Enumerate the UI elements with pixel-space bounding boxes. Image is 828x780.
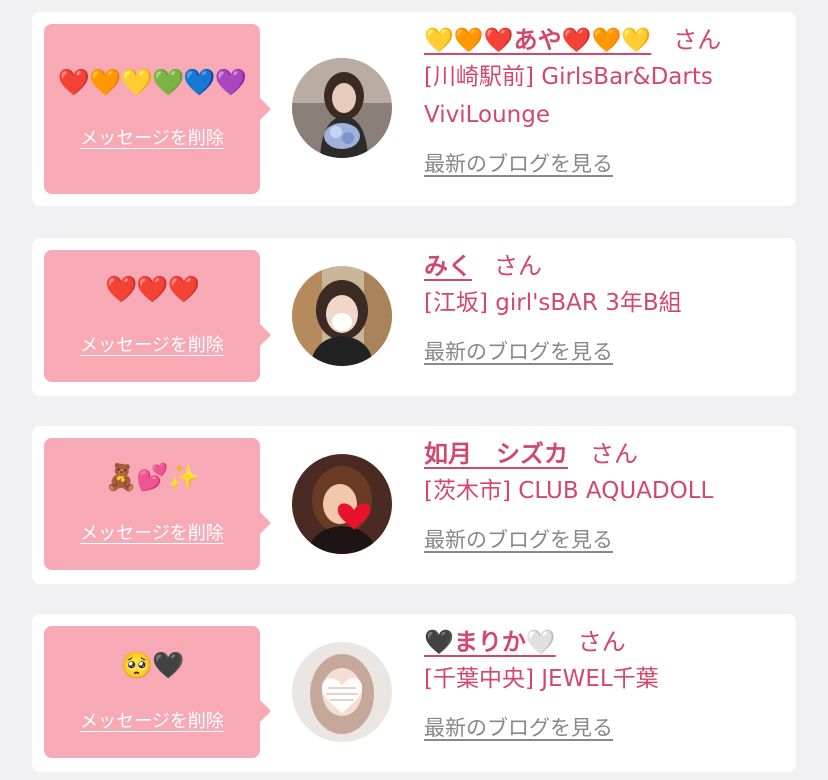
honorific: さん <box>494 252 542 280</box>
avatar-photo-icon <box>292 642 392 742</box>
delete-message-link[interactable]: メッセージを削除 <box>80 519 224 545</box>
message-bubble: ❤️🧡💛💚💙💜 メッセージを削除 <box>44 24 271 194</box>
shop-name: [江坂] girl'sBAR 3年B組 <box>424 290 682 316</box>
latest-blog-link[interactable]: 最新のブログを見る <box>424 336 613 366</box>
message-card: 🥺🖤 メッセージを削除 🖤まりか🤍 さん [千葉中央] JEWEL千葉 最新のブロ… <box>32 614 796 772</box>
honorific: さん <box>673 26 722 54</box>
message-card: 🧸💕✨ メッセージを削除 如月 シズカ さん [茨木市] CLUB AQUADOL… <box>32 426 796 584</box>
message-emoji: ❤️❤️❤️ <box>104 275 200 305</box>
user-info: 如月 シズカ さん [茨木市] CLUB AQUADOLL 最新のブログを見る <box>424 438 784 554</box>
avatar[interactable] <box>292 58 392 158</box>
latest-blog-link[interactable]: 最新のブログを見る <box>424 148 613 178</box>
user-info: みく さん [江坂] girl'sBAR 3年B組 最新のブログを見る <box>424 250 784 366</box>
shop-name: [千葉中央] JEWEL千葉 <box>424 666 659 692</box>
user-name-link[interactable]: 🖤まりか🤍 <box>424 628 556 656</box>
message-card: ❤️❤️❤️ メッセージを削除 みく さん [江坂] girl'sBAR 3年B組… <box>32 238 796 396</box>
user-name-link[interactable]: 💛🧡❤️あや❤️🧡💛 <box>424 26 651 54</box>
delete-message-link[interactable]: メッセージを削除 <box>80 707 224 733</box>
name-row: 💛🧡❤️あや❤️🧡💛 さん <box>424 24 784 56</box>
avatar-photo-icon <box>292 454 392 554</box>
avatar-photo-icon <box>292 58 392 158</box>
user-info: 💛🧡❤️あや❤️🧡💛 さん [川崎駅前] GirlsBar&Darts ViviL… <box>424 24 784 178</box>
name-row: みく さん <box>424 250 784 282</box>
message-bubble: ❤️❤️❤️ メッセージを削除 <box>44 250 271 382</box>
avatar-photo-icon <box>292 266 392 366</box>
message-emoji: 🧸💕✨ <box>104 463 200 493</box>
shop-name: [茨木市] CLUB AQUADOLL <box>424 478 714 504</box>
name-row: 如月 シズカ さん <box>424 438 784 470</box>
avatar[interactable] <box>292 454 392 554</box>
user-info: 🖤まりか🤍 さん [千葉中央] JEWEL千葉 最新のブログを見る <box>424 626 784 742</box>
shop-name: [川崎駅前] GirlsBar&Darts ViviLounge <box>424 64 713 128</box>
latest-blog-link[interactable]: 最新のブログを見る <box>424 712 613 742</box>
message-bubble: 🧸💕✨ メッセージを削除 <box>44 438 271 570</box>
user-name-link[interactable]: 如月 シズカ <box>424 440 568 468</box>
delete-message-link[interactable]: メッセージを削除 <box>80 331 224 357</box>
honorific: さん <box>577 628 626 656</box>
avatar[interactable] <box>292 266 392 366</box>
message-emoji: 🥺🖤 <box>120 651 185 681</box>
delete-message-link[interactable]: メッセージを削除 <box>80 124 224 150</box>
user-name-link[interactable]: みく <box>424 252 472 280</box>
message-emoji: ❤️🧡💛💚💙💜 <box>57 68 247 98</box>
latest-blog-link[interactable]: 最新のブログを見る <box>424 524 613 554</box>
honorific: さん <box>590 440 638 468</box>
avatar[interactable] <box>292 642 392 742</box>
message-card: ❤️🧡💛💚💙💜 メッセージを削除 💛🧡❤️あや❤️🧡💛 さん [川崎駅前] Gir… <box>32 12 796 206</box>
name-row: 🖤まりか🤍 さん <box>424 626 784 658</box>
message-bubble: 🥺🖤 メッセージを削除 <box>44 626 271 758</box>
